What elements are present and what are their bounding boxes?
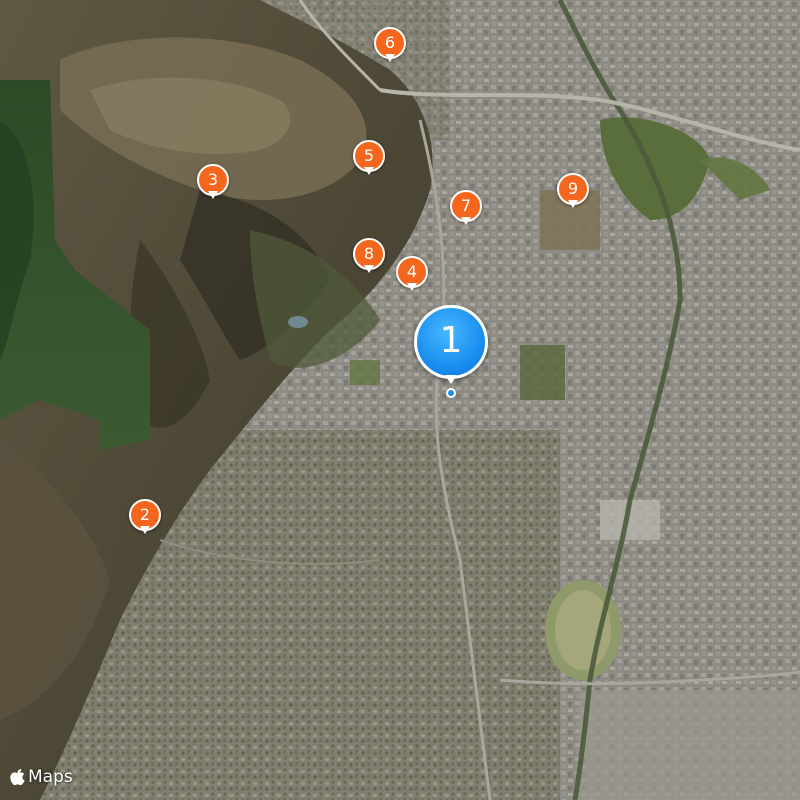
satellite-imagery <box>0 0 800 800</box>
map-pin-2[interactable]: 2 <box>129 499 163 539</box>
map-pin-7[interactable]: 7 <box>450 190 484 230</box>
map-pin-3[interactable]: 3 <box>197 164 231 204</box>
maps-attribution[interactable]: Maps <box>10 764 73 790</box>
pin-pointer <box>461 217 471 225</box>
pin-pointer <box>364 265 374 273</box>
map-pin-8[interactable]: 8 <box>353 238 387 278</box>
map-pin-9[interactable]: 9 <box>557 173 591 213</box>
map-view[interactable]: 2 3 4 5 6 7 8 9 1 Maps <box>0 0 800 800</box>
location-dot <box>446 388 456 398</box>
map-pin-5[interactable]: 5 <box>353 140 387 180</box>
pin-pointer <box>364 167 374 175</box>
pin-pointer <box>208 191 218 199</box>
pin-pointer <box>445 375 457 384</box>
pin-pointer <box>407 283 417 291</box>
map-pin-4[interactable]: 4 <box>396 256 430 296</box>
pin-pointer <box>568 200 578 208</box>
pin-number: 1 <box>414 305 488 379</box>
apple-logo-icon <box>10 769 25 786</box>
selected-map-pin-1[interactable]: 1 <box>414 305 490 398</box>
map-pin-6[interactable]: 6 <box>374 27 408 67</box>
attribution-text: Maps <box>28 767 73 787</box>
pin-pointer <box>385 54 395 62</box>
pin-pointer <box>140 526 150 534</box>
